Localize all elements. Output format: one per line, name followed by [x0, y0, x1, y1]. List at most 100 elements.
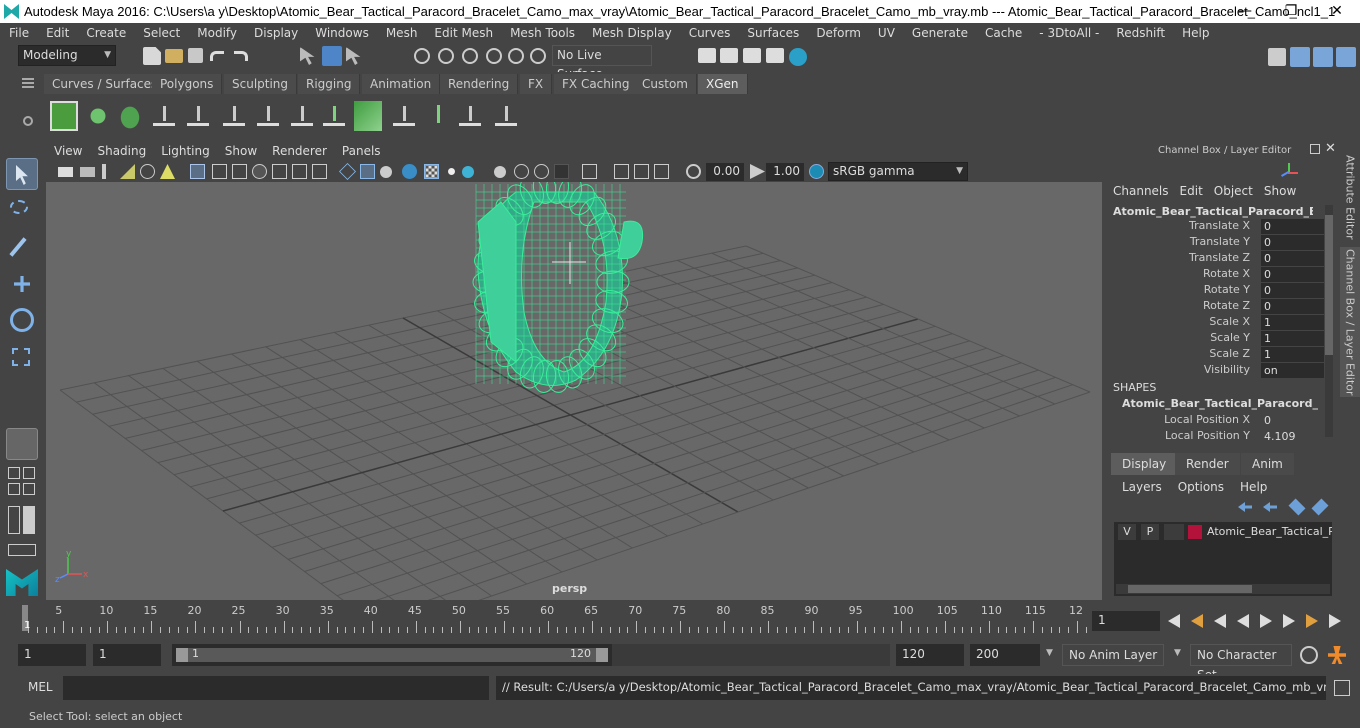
attribute-value[interactable]: 0	[1261, 219, 1324, 234]
collapse-layout-icon[interactable]	[8, 544, 36, 556]
attribute-row-rotate-z[interactable]: Rotate Z 0	[1108, 299, 1324, 315]
menu-surfaces[interactable]: Surfaces	[738, 26, 807, 40]
viewport-menu-view[interactable]: View	[46, 143, 89, 162]
channel-box-menu-show[interactable]: Show	[1259, 184, 1302, 200]
menu-help[interactable]: Help	[1173, 26, 1217, 40]
attribute-value[interactable]: 0	[1261, 283, 1324, 298]
channel-box-menu-channels[interactable]: Channels	[1108, 184, 1175, 200]
attribute-row-rotate-x[interactable]: Rotate X 0	[1108, 267, 1324, 283]
range-slider[interactable]: 1 120	[172, 644, 612, 666]
script-editor-icon[interactable]	[1334, 680, 1350, 696]
wireframe-icon[interactable]	[339, 163, 356, 180]
step-forward-frame-icon[interactable]	[1283, 614, 1295, 628]
viewport-menu-renderer[interactable]: Renderer	[264, 143, 334, 162]
viewport-menu-show[interactable]: Show	[217, 143, 264, 162]
snap-to-live-icon[interactable]	[508, 48, 524, 64]
safe-action-icon[interactable]	[292, 164, 307, 179]
layer-menu-help[interactable]: Help	[1232, 480, 1275, 496]
maximize-button[interactable]: ❐	[1268, 0, 1314, 23]
screen-space-ao-icon[interactable]	[462, 166, 474, 178]
render-settings-icon[interactable]	[766, 48, 784, 63]
attribute-value[interactable]: 1	[1261, 331, 1324, 346]
gamma-field[interactable]: 1.00	[766, 163, 804, 181]
view-transform-dropdown[interactable]: sRGB gamma ▼	[828, 162, 968, 181]
bookmark-icon[interactable]	[102, 164, 106, 179]
2d-pan-zoom-icon[interactable]	[140, 164, 155, 179]
magnet-icon[interactable]	[530, 48, 546, 64]
new-layer-selected-icon[interactable]	[1311, 498, 1329, 516]
xgen-lock-guide-icon[interactable]	[288, 101, 316, 131]
ipr-render-icon[interactable]	[743, 48, 761, 63]
layer-horizontal-scrollbar[interactable]	[1116, 584, 1330, 594]
chevron-down-icon[interactable]: ▼	[1174, 648, 1181, 658]
xgen-sculpt-guide-icon[interactable]	[220, 101, 248, 131]
layer-display-type-toggle[interactable]	[1164, 524, 1184, 540]
xgen-editor-icon[interactable]	[50, 101, 78, 131]
maya-home-icon[interactable]	[6, 569, 38, 596]
close-panel-icon[interactable]: ✕	[1325, 141, 1336, 156]
grid-toggle-icon[interactable]	[190, 164, 205, 179]
layer-playback-toggle[interactable]: P	[1141, 524, 1159, 540]
step-forward-key-icon[interactable]	[1306, 614, 1318, 628]
shelf-tab-custom[interactable]: Custom	[634, 74, 697, 94]
snap-to-point-icon[interactable]	[462, 48, 478, 64]
shelf-tab-animation[interactable]: Animation	[362, 74, 441, 94]
rotate-tool-icon[interactable]	[6, 304, 38, 336]
menu-create[interactable]: Create	[77, 26, 134, 40]
current-frame-field[interactable]: 1	[1092, 611, 1160, 631]
attribute-value[interactable]: 0	[1261, 267, 1324, 282]
channel-box-menu-object[interactable]: Object	[1209, 184, 1259, 200]
xgen-move-guide-icon[interactable]	[184, 101, 212, 131]
menu-generate[interactable]: Generate	[903, 26, 976, 40]
shelf-tab-fx-caching[interactable]: FX Caching	[554, 74, 639, 94]
play-backwards-icon[interactable]	[1237, 614, 1249, 628]
attribute-row-visibility[interactable]: Visibility on	[1108, 363, 1324, 379]
motion-blur-icon[interactable]	[494, 166, 506, 178]
attribute-value[interactable]: 1	[1261, 315, 1324, 330]
backface-culling-icon[interactable]	[654, 164, 669, 179]
gate-mask-icon[interactable]	[252, 164, 267, 179]
single-view-layout-icon[interactable]	[6, 428, 38, 460]
float-panel-icon[interactable]	[1310, 144, 1320, 154]
attribute-editor-tab[interactable]: Attribute Editor	[1340, 151, 1360, 243]
shelf-tab-rendering[interactable]: Rendering	[440, 74, 519, 94]
attribute-value[interactable]: 1	[1261, 347, 1324, 362]
lasso-tool-icon[interactable]	[6, 196, 38, 228]
wireframe-on-shaded-icon[interactable]	[380, 166, 392, 178]
shadows-icon[interactable]	[444, 164, 459, 179]
select-by-component-icon[interactable]	[346, 47, 361, 65]
menu-display[interactable]: Display	[245, 26, 306, 40]
shape-attribute-row-local-position-y[interactable]: Local Position Y 4.109	[1108, 429, 1324, 445]
xgen-interactive-groom-icon[interactable]	[116, 101, 144, 131]
channel-box-scrollbar[interactable]	[1325, 205, 1333, 437]
anim-layer-dropdown[interactable]: No Anim Layer	[1062, 644, 1164, 666]
resolution-gate-icon[interactable]	[232, 164, 247, 179]
animation-end-field[interactable]: 200	[970, 644, 1040, 666]
save-scene-icon[interactable]	[188, 48, 203, 63]
range-start-handle[interactable]	[176, 648, 188, 662]
time-slider[interactable]: 5 10 15 20 25 30 35 40 45 50 55 60 65 70 75 80 85 90 95 100…	[0, 603, 1360, 637]
attribute-value[interactable]: 0	[1261, 299, 1324, 314]
layer-name[interactable]: Atomic_Bear_Tactical_Par	[1207, 524, 1332, 540]
xray-joints-icon[interactable]	[614, 164, 629, 179]
attribute-row-translate-y[interactable]: Translate Y 0	[1108, 235, 1324, 251]
playback-start-field[interactable]: 1	[93, 644, 161, 666]
shape-attribute-row-local-position-x[interactable]: Local Position X 0	[1108, 413, 1324, 429]
scale-tool-icon[interactable]	[6, 340, 38, 372]
menu-modify[interactable]: Modify	[188, 26, 245, 40]
menu-windows[interactable]: Windows	[306, 26, 377, 40]
layer-menu-options[interactable]: Options	[1170, 480, 1232, 496]
select-by-hierarchy-icon[interactable]	[300, 47, 315, 65]
attribute-row-rotate-y[interactable]: Rotate Y 0	[1108, 283, 1324, 299]
film-gate-icon[interactable]	[212, 164, 227, 179]
new-layer-icon[interactable]	[1288, 498, 1306, 516]
animation-preferences-icon[interactable]	[1328, 646, 1346, 664]
step-back-key-icon[interactable]	[1191, 614, 1203, 628]
viewport-menu-panels[interactable]: Panels	[334, 143, 388, 162]
panel-toggle-icon[interactable]	[23, 506, 35, 534]
attribute-value[interactable]: on	[1261, 363, 1324, 378]
isolate-select-icon[interactable]	[554, 164, 569, 179]
menu-edit-mesh[interactable]: Edit Mesh	[425, 26, 501, 40]
toggle-channel-box-icon[interactable]	[1336, 47, 1356, 67]
field-chart-icon[interactable]	[272, 164, 287, 179]
